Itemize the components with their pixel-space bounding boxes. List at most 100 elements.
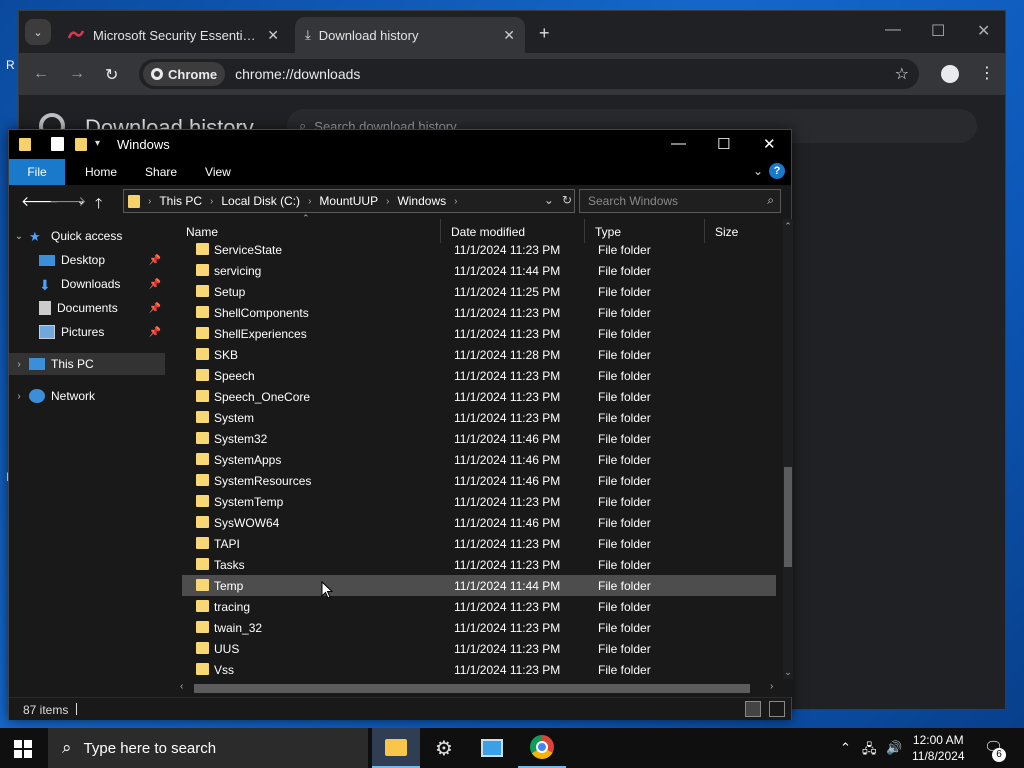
nav-network[interactable]: › Network xyxy=(9,385,165,407)
taskbar-file-explorer[interactable] xyxy=(372,728,420,768)
table-row[interactable]: tracing 11/1/2024 11:23 PM File folder xyxy=(182,596,776,617)
table-row[interactable]: Vss 11/1/2024 11:23 PM File folder xyxy=(182,659,776,680)
windows-start-icon[interactable] xyxy=(14,740,32,758)
computer-icon xyxy=(29,358,45,370)
minimize-icon[interactable]: — xyxy=(885,21,901,39)
close-icon[interactable]: ✕ xyxy=(503,27,515,44)
taskbar-chrome[interactable] xyxy=(518,728,566,768)
breadcrumb-windows[interactable]: Windows xyxy=(397,194,446,208)
file-date: 11/1/2024 11:44 PM xyxy=(454,578,561,593)
file-type: File folder xyxy=(598,263,651,278)
nav-quick-access[interactable]: ⌄ ★ Quick access xyxy=(9,225,165,247)
properties-icon[interactable] xyxy=(51,137,64,151)
scroll-down-icon[interactable]: ⌄ xyxy=(783,667,793,678)
address-breadcrumb[interactable]: › This PC › Local Disk (C:) › MountUUP ›… xyxy=(123,189,575,213)
search-input[interactable]: Search Windows ⌕ xyxy=(579,189,781,213)
nav-pictures[interactable]: Pictures 📌 xyxy=(9,321,165,343)
profile-avatar-icon[interactable] xyxy=(941,65,959,83)
folder-icon xyxy=(196,621,209,633)
nav-downloads[interactable]: ⬇ Downloads 📌 xyxy=(9,273,165,295)
new-tab-button[interactable]: + xyxy=(539,23,550,44)
nav-documents[interactable]: Documents 📌 xyxy=(9,297,165,319)
details-view-icon[interactable] xyxy=(745,701,761,717)
table-row[interactable]: SystemTemp 11/1/2024 11:23 PM File folder xyxy=(182,491,776,512)
address-bar-row: 🡐 🡒 ⌄ 🡑 › This PC › Local Disk (C:) › Mo… xyxy=(9,185,791,219)
chrome-tab-downloads[interactable]: ⤓ Download history ✕ xyxy=(295,17,525,53)
taskbar-control-panel[interactable] xyxy=(468,728,516,768)
maximize-icon[interactable]: ☐ xyxy=(931,21,945,41)
collapsed-chevron-icon[interactable]: › xyxy=(9,391,29,402)
table-row[interactable]: UUS 11/1/2024 11:23 PM File folder xyxy=(182,638,776,659)
new-folder-icon[interactable] xyxy=(75,138,87,151)
table-row[interactable]: Tasks 11/1/2024 11:23 PM File folder xyxy=(182,554,776,575)
back-arrow-icon[interactable]: ← xyxy=(33,65,49,83)
file-name: UUS xyxy=(214,641,240,656)
minimize-icon[interactable]: — xyxy=(671,135,686,152)
network-icon[interactable]: 🖧 xyxy=(862,740,877,762)
table-row[interactable]: Speech 11/1/2024 11:23 PM File folder xyxy=(182,365,776,386)
table-row[interactable]: ServiceState 11/1/2024 11:23 PM File folde… xyxy=(182,239,776,260)
tab-share[interactable]: Share xyxy=(131,159,191,185)
breadcrumb-local-disk[interactable]: Local Disk (C:) xyxy=(221,194,300,208)
forward-arrow-icon[interactable]: → xyxy=(69,65,85,83)
table-row[interactable]: SysWOW64 11/1/2024 11:46 PM File folder xyxy=(182,512,776,533)
table-row[interactable]: ShellExperiences 11/1/2024 11:23 PM File f… xyxy=(182,323,776,344)
tab-home[interactable]: Home xyxy=(71,159,131,185)
scrollbar-thumb[interactable] xyxy=(784,467,792,567)
nav-label: Documents xyxy=(57,301,118,315)
breadcrumb-this-pc[interactable]: This PC xyxy=(159,194,202,208)
tab-view[interactable]: View xyxy=(191,159,245,185)
scrollbar-thumb[interactable] xyxy=(194,684,750,693)
nav-this-pc[interactable]: › This PC xyxy=(9,353,165,375)
close-window-icon[interactable]: ✕ xyxy=(977,21,990,41)
reload-icon[interactable]: ↻ xyxy=(105,65,118,85)
omnibox[interactable]: Chrome chrome://downloads ☆ xyxy=(139,59,919,89)
volume-icon[interactable]: 🔊 xyxy=(886,740,902,756)
scroll-up-icon[interactable]: ⌃ xyxy=(783,221,793,232)
up-arrow-icon[interactable]: 🡑 xyxy=(95,193,102,217)
tab-search-button[interactable]: ⌄ xyxy=(25,19,51,45)
chevron-down-icon[interactable]: ⌄ xyxy=(544,193,554,207)
expanded-chevron-icon[interactable]: ⌄ xyxy=(9,231,29,242)
chevron-down-icon[interactable]: ⌄ xyxy=(753,164,763,178)
table-row[interactable]: ShellComponents 11/1/2024 11:23 PM File fo… xyxy=(182,302,776,323)
pin-icon: 📌 xyxy=(148,278,161,290)
taskbar-settings[interactable]: ⚙ xyxy=(420,728,468,768)
vertical-scrollbar[interactable]: ⌃ ⌄ xyxy=(783,219,793,679)
table-row[interactable]: servicing 11/1/2024 11:44 PM File folder xyxy=(182,260,776,281)
maximize-icon[interactable]: ☐ xyxy=(717,135,730,153)
recent-locations-chevron-icon[interactable]: ⌄ xyxy=(77,196,85,207)
table-row[interactable]: Temp 11/1/2024 11:44 PM File folder xyxy=(182,575,776,596)
file-type: File folder xyxy=(598,515,651,530)
table-row[interactable]: SKB 11/1/2024 11:28 PM File folder xyxy=(182,344,776,365)
close-icon[interactable]: ✕ xyxy=(763,135,776,153)
taskbar-search-box[interactable]: ⌕ Type here to search xyxy=(48,728,368,768)
table-row[interactable]: SystemApps 11/1/2024 11:46 PM File folder xyxy=(182,449,776,470)
close-icon[interactable]: ✕ xyxy=(267,27,279,44)
refresh-icon[interactable]: ↻ xyxy=(562,193,572,207)
breadcrumb-mountuup[interactable]: MountUUP xyxy=(319,194,378,208)
table-row[interactable]: TAPI 11/1/2024 11:23 PM File folder xyxy=(182,533,776,554)
table-row[interactable]: twain_32 11/1/2024 11:23 PM File folder xyxy=(182,617,776,638)
collapsed-chevron-icon[interactable]: › xyxy=(9,359,29,370)
tab-file[interactable]: File xyxy=(9,159,65,185)
scroll-right-icon[interactable]: › xyxy=(770,681,773,692)
table-row[interactable]: Speech_OneCore 11/1/2024 11:23 PM File fol… xyxy=(182,386,776,407)
scroll-left-icon[interactable]: ‹ xyxy=(180,681,183,692)
bookmark-star-icon[interactable]: ☆ xyxy=(895,64,909,84)
table-row[interactable]: System 11/1/2024 11:23 PM File folder xyxy=(182,407,776,428)
table-row[interactable]: Setup 11/1/2024 11:25 PM File folder xyxy=(182,281,776,302)
folder-icon xyxy=(385,738,407,756)
large-icons-view-icon[interactable] xyxy=(769,701,785,717)
chevron-down-icon[interactable]: ▾ xyxy=(95,138,100,149)
chevron-up-icon[interactable]: ⌃ xyxy=(840,740,851,756)
chrome-tab-security-essentials[interactable]: Microsoft Security Essentials 4.10 ✕ xyxy=(57,17,289,53)
table-row[interactable]: System32 11/1/2024 11:46 PM File folder xyxy=(182,428,776,449)
nav-desktop[interactable]: Desktop 📌 xyxy=(9,249,165,271)
kebab-menu-icon[interactable]: ⋮ xyxy=(979,63,995,83)
horizontal-scrollbar[interactable]: ‹ › xyxy=(176,679,781,697)
taskbar-clock[interactable]: 12:00 AM 11/8/2024 xyxy=(912,732,965,764)
site-info-chip[interactable]: Chrome xyxy=(143,62,226,86)
table-row[interactable]: SystemResources 11/1/2024 11:46 PM File fo… xyxy=(182,470,776,491)
help-icon[interactable]: ? xyxy=(769,163,785,179)
